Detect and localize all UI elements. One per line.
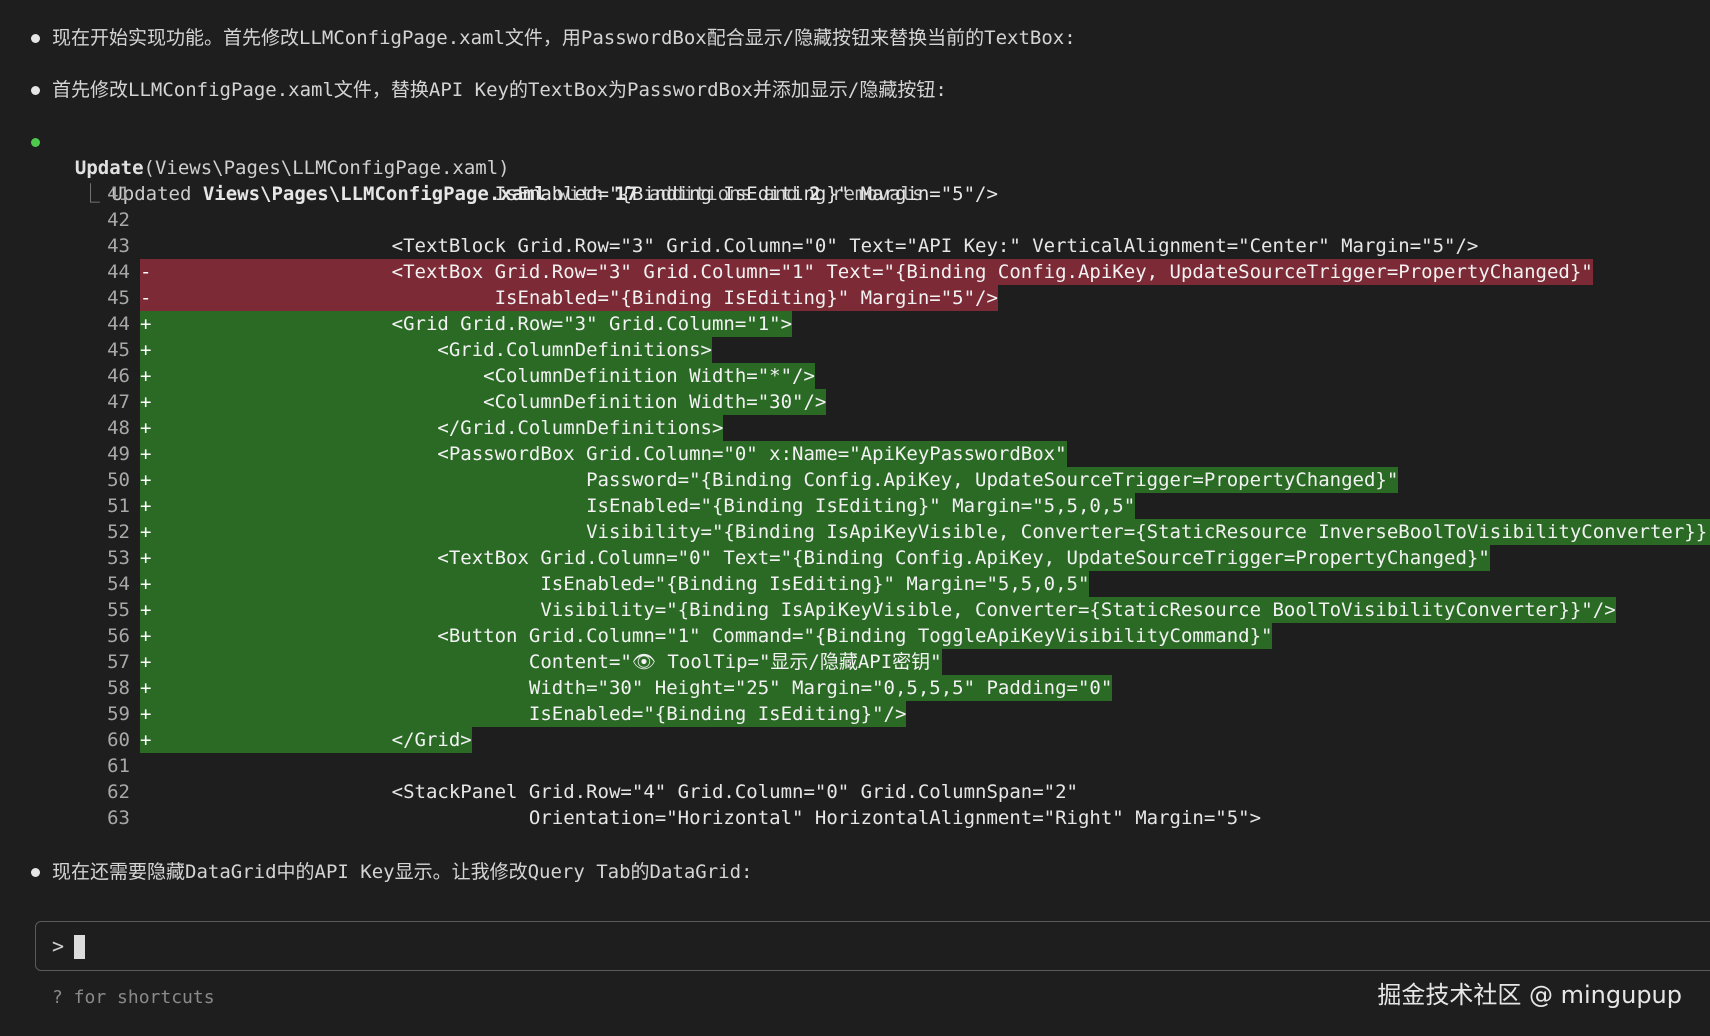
shortcuts-hint: ? for shortcuts — [52, 987, 215, 1008]
context-marker — [140, 233, 154, 259]
diff-code: </Grid> — [140, 727, 472, 753]
diff-code: IsEnabled="{Binding IsEditing}"/> — [140, 701, 907, 727]
line-number: 54 — [107, 573, 130, 595]
message-bullet — [31, 868, 40, 877]
diff-code: Visibility="{Binding IsApiKeyVisible, Co… — [140, 597, 1616, 623]
line-number: 42 — [107, 209, 130, 231]
added-marker: + — [140, 677, 152, 699]
line-number: 41 — [107, 183, 130, 205]
line-number: 43 — [107, 235, 130, 257]
line-number: 45 — [107, 339, 130, 361]
line-number: 44 — [107, 261, 130, 283]
context-marker — [140, 207, 154, 233]
line-number: 48 — [107, 417, 130, 439]
diff-code: <PasswordBox Grid.Column="0" x:Name="Api… — [140, 441, 1067, 467]
diff-code: <ColumnDefinition Width="30"/> — [140, 389, 827, 415]
line-number: 61 — [107, 755, 130, 777]
added-marker: + — [140, 651, 152, 673]
diff-code: Content="👁 ToolTip="显示/隐藏API密钥" — [140, 649, 942, 675]
tool-result-summary: ⎿ Updated Views\Pages\LLMConfigPage.xaml… — [58, 155, 924, 205]
diff-code: IsEnabled="{Binding IsEditing}" Margin="… — [140, 571, 1090, 597]
added-marker: + — [140, 703, 152, 725]
message-bullet — [31, 34, 40, 43]
added-marker: + — [140, 417, 152, 439]
context-marker — [140, 779, 154, 805]
prompt-input[interactable]: > — [35, 921, 1710, 971]
diff-code: <ColumnDefinition Width="*"/> — [140, 363, 815, 389]
added-marker: + — [140, 391, 152, 413]
assistant-message: 现在开始实现功能。首先修改LLMConfigPage.xaml文件，用Passw… — [52, 27, 1076, 49]
line-number: 49 — [107, 443, 130, 465]
added-marker: + — [140, 495, 152, 517]
line-number: 63 — [107, 807, 130, 829]
diff-code: <TextBlock Grid.Row="3" Grid.Column="0" … — [140, 235, 1479, 257]
added-marker: + — [140, 339, 152, 361]
assistant-message: 现在还需要隐藏DataGrid中的API Key显示。让我修改Query Tab… — [52, 861, 753, 883]
diff-code: Password="{Binding Config.ApiKey, Update… — [140, 467, 1399, 493]
text-cursor — [74, 935, 85, 959]
line-number: 52 — [107, 521, 130, 543]
added-marker: + — [140, 365, 152, 387]
removed-marker: - — [140, 261, 152, 283]
diff-code: </Grid.ColumnDefinitions> — [140, 415, 724, 441]
line-number: 62 — [107, 781, 130, 803]
diff-code: <StackPanel Grid.Row="4" Grid.Column="0"… — [140, 781, 1078, 803]
line-number: 57 — [107, 651, 130, 673]
added-marker: + — [140, 469, 152, 491]
tool-status-dot — [31, 138, 40, 147]
added-marker: + — [140, 729, 152, 751]
line-number: 58 — [107, 677, 130, 699]
line-number: 46 — [107, 365, 130, 387]
diff-code: <Button Grid.Column="1" Command="{Bindin… — [140, 623, 1273, 649]
line-number: 45 — [107, 287, 130, 309]
line-number: 56 — [107, 625, 130, 647]
line-number: 59 — [107, 703, 130, 725]
prompt-chevron-icon: > — [52, 934, 65, 958]
diff-code: <Grid.ColumnDefinitions> — [140, 337, 712, 363]
tool-call-header[interactable]: Update(Views\Pages\LLMConfigPage.xaml) — [52, 129, 510, 179]
watermark: 掘金技术社区 @ mingupup — [1377, 981, 1682, 1009]
diff-code: Width="30" Height="25" Margin="0,5,5,5" … — [140, 675, 1113, 701]
line-number: 47 — [107, 391, 130, 413]
line-number: 44 — [107, 313, 130, 335]
diff-code: Visibility="{Binding IsApiKeyVisible, Co… — [140, 519, 1710, 545]
added-marker: + — [140, 547, 152, 569]
diff-code: IsEnabled="{Binding IsEditing}" Margin="… — [140, 285, 998, 311]
line-number: 60 — [107, 729, 130, 751]
line-number: 53 — [107, 547, 130, 569]
context-marker — [140, 805, 154, 831]
added-marker: + — [140, 573, 152, 595]
line-number: 51 — [107, 495, 130, 517]
diff-code: IsEnabled="{Binding IsEditing}" Margin="… — [140, 493, 1136, 519]
assistant-message: 首先修改LLMConfigPage.xaml文件，替换API Key的TextB… — [52, 79, 947, 101]
added-marker: + — [140, 625, 152, 647]
line-number: 55 — [107, 599, 130, 621]
added-marker: + — [140, 443, 152, 465]
added-marker: + — [140, 521, 152, 543]
removed-marker: - — [140, 287, 152, 309]
diff-code: IsEnabled="{Binding IsEditing}" Margin="… — [140, 183, 998, 205]
diff-code: <TextBox Grid.Column="0" Text="{Binding … — [140, 545, 1490, 571]
context-marker — [140, 181, 154, 207]
context-marker — [140, 753, 154, 779]
diff-code: <TextBox Grid.Row="3" Grid.Column="1" Te… — [140, 259, 1593, 285]
diff-code: Orientation="Horizontal" HorizontalAlign… — [140, 807, 1262, 829]
diff-code: <Grid Grid.Row="3" Grid.Column="1"> — [140, 311, 793, 337]
message-bullet — [31, 86, 40, 95]
line-number: 50 — [107, 469, 130, 491]
added-marker: + — [140, 313, 152, 335]
added-marker: + — [140, 599, 152, 621]
